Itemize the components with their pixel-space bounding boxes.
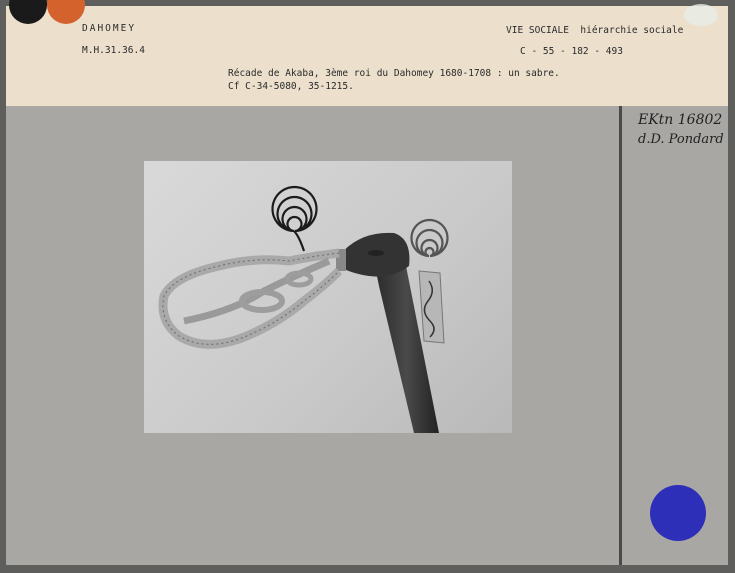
right-plate <box>418 270 445 344</box>
description-line-1: Récade de Akaba, 3ème roi du Dahomey 168… <box>228 68 560 79</box>
category-sub: hiérarchie sociale <box>580 25 684 36</box>
photo-reference: C - 55 - 182 - 493 <box>520 46 623 57</box>
column-divider <box>619 106 622 565</box>
left-spiral <box>271 185 318 252</box>
category-title: VIE SOCIALE hiérarchie sociale <box>506 25 683 36</box>
handwritten-reference: EKtn 16802 <box>638 112 723 128</box>
region-title: DAHOMEY <box>82 23 137 34</box>
inventory-number: M.H.31.36.4 <box>82 45 145 56</box>
stamp-mark <box>684 4 718 26</box>
handwritten-credit: d.D. Pondard <box>638 132 724 147</box>
category-main: VIE SOCIALE <box>506 25 569 36</box>
blue-dot-marker <box>650 485 706 541</box>
description-line-2: Cf C-34-5080, 35-1215. <box>228 81 354 92</box>
recade-sabre-illustration <box>158 185 449 433</box>
object-photograph <box>144 161 512 433</box>
card-header: DAHOMEY M.H.31.36.4 VIE SOCIALE hiérarch… <box>6 6 728 106</box>
right-spiral <box>410 218 449 258</box>
